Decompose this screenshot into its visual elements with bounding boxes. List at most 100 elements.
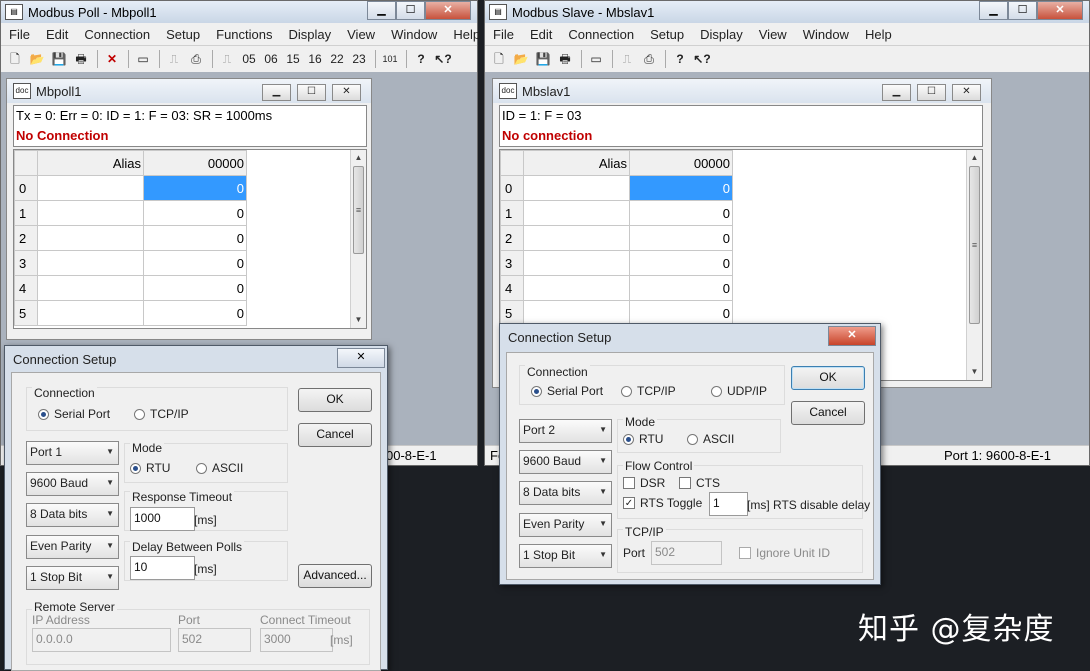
cancel-button[interactable]: Cancel — [298, 423, 372, 447]
menu-functions[interactable]: Functions — [208, 27, 280, 42]
ignore-unit-id-checkbox[interactable]: Ignore Unit ID — [739, 546, 830, 560]
menu-setup[interactable]: Setup — [642, 27, 692, 42]
stop-bit-select[interactable]: 1 Stop Bit ▼ — [26, 566, 119, 590]
port-select[interactable]: Port 2 ▼ — [519, 419, 612, 443]
menu-setup[interactable]: Setup — [158, 27, 208, 42]
data-bits-select[interactable]: 8 Data bits ▼ — [26, 503, 119, 527]
context-help-icon[interactable]: ↖? — [433, 49, 453, 69]
child-minimize-button[interactable]: ▁ — [262, 84, 291, 101]
cts-checkbox[interactable]: CTS — [679, 476, 720, 490]
menu-display[interactable]: Display — [281, 27, 340, 42]
scroll-thumb[interactable]: ≡ — [969, 166, 980, 324]
serial-port-radio[interactable]: Serial Port — [531, 384, 603, 398]
close-button[interactable]: ✕ — [425, 1, 471, 20]
menu-display[interactable]: Display — [692, 27, 751, 42]
ok-button[interactable]: OK — [298, 388, 372, 412]
function-101-button[interactable]: 101 — [380, 49, 400, 69]
function-23-button[interactable]: 23 — [349, 49, 369, 69]
new-file-icon[interactable]: 🗋 — [5, 49, 25, 69]
child-maximize-button[interactable]: ☐ — [917, 84, 946, 101]
scroll-thumb[interactable]: ≡ — [353, 166, 364, 254]
pulse-icon[interactable]: ⎍ — [217, 49, 237, 69]
menu-edit[interactable]: Edit — [522, 27, 560, 42]
ascii-radio[interactable]: ASCII — [196, 461, 243, 475]
rts-delay-input[interactable]: 1 — [709, 492, 748, 516]
register-value-cell[interactable]: 0 — [143, 200, 247, 226]
menu-connection[interactable]: Connection — [76, 27, 158, 42]
register-value-cell[interactable]: 0 — [629, 275, 733, 301]
remote-port-input[interactable]: 502 — [178, 628, 251, 652]
menu-view[interactable]: View — [339, 27, 383, 42]
scroll-down-icon[interactable]: ▼ — [351, 312, 366, 328]
alias-cell[interactable] — [523, 225, 630, 251]
scroll-down-icon[interactable]: ▼ — [967, 364, 982, 380]
menu-window[interactable]: Window — [383, 27, 445, 42]
alias-cell[interactable] — [523, 300, 630, 326]
connect-timeout-input[interactable]: 3000 — [260, 628, 333, 652]
poll-titlebar[interactable]: ▤ Modbus Poll - Mbpoll1 ▁ ☐ ✕ — [1, 1, 477, 23]
alias-cell[interactable] — [523, 250, 630, 276]
data-bits-select[interactable]: 8 Data bits ▼ — [519, 481, 612, 505]
cancel-button[interactable]: Cancel — [791, 401, 865, 425]
register-value-cell[interactable]: 0 — [143, 250, 247, 276]
menu-edit[interactable]: Edit — [38, 27, 76, 42]
function-15-button[interactable]: 15 — [283, 49, 303, 69]
alias-cell[interactable] — [37, 250, 144, 276]
alias-column-header[interactable]: Alias — [37, 150, 144, 176]
response-timeout-input[interactable]: 1000 — [130, 507, 195, 531]
print-icon[interactable]: 🖶 — [555, 49, 575, 69]
alias-column-header[interactable]: Alias — [523, 150, 630, 176]
register-value-cell[interactable]: 0 — [629, 175, 733, 201]
address-column-header[interactable]: 00000 — [629, 150, 733, 176]
tcpip-radio[interactable]: TCP/IP — [621, 384, 676, 398]
register-value-cell[interactable]: 0 — [629, 225, 733, 251]
window-icon[interactable]: ▭ — [586, 49, 606, 69]
menu-view[interactable]: View — [751, 27, 795, 42]
parity-select[interactable]: Even Parity ▼ — [519, 513, 612, 537]
alias-cell[interactable] — [37, 225, 144, 251]
function-22-button[interactable]: 22 — [327, 49, 347, 69]
menu-file[interactable]: File — [1, 27, 38, 42]
print-icon[interactable]: 🖶 — [71, 49, 91, 69]
printer-setup-icon[interactable]: ⎙ — [186, 49, 206, 69]
child-close-button[interactable]: ✕ — [952, 84, 981, 101]
baud-select[interactable]: 9600 Baud ▼ — [519, 450, 612, 474]
minimize-button[interactable]: ▁ — [979, 1, 1008, 20]
delete-icon[interactable]: ✕ — [102, 49, 122, 69]
printer-setup-icon[interactable]: ⎙ — [639, 49, 659, 69]
open-folder-icon[interactable]: 📂 — [511, 49, 531, 69]
register-value-cell[interactable]: 0 — [629, 250, 733, 276]
ascii-radio[interactable]: ASCII — [687, 432, 734, 446]
baud-select[interactable]: 9600 Baud ▼ — [26, 472, 119, 496]
dialog-titlebar[interactable]: Connection Setup — [5, 346, 387, 372]
slave-grid-scrollbar[interactable]: ▲ ≡ ▼ — [966, 150, 982, 380]
context-help-icon[interactable]: ↖? — [692, 49, 712, 69]
ok-button[interactable]: OK — [791, 366, 865, 390]
advanced-button[interactable]: Advanced... — [298, 564, 372, 588]
connect-icon[interactable]: ⎍ — [164, 49, 184, 69]
alias-cell[interactable] — [523, 175, 630, 201]
register-value-cell[interactable]: 0 — [143, 275, 247, 301]
window-icon[interactable]: ▭ — [133, 49, 153, 69]
port-select[interactable]: Port 1 ▼ — [26, 441, 119, 465]
menu-window[interactable]: Window — [795, 27, 857, 42]
alias-cell[interactable] — [523, 200, 630, 226]
register-value-cell[interactable]: 0 — [143, 300, 247, 326]
dialog-close-button[interactable]: ✕ — [828, 326, 876, 346]
child-close-button[interactable]: ✕ — [332, 84, 361, 101]
function-16-button[interactable]: 16 — [305, 49, 325, 69]
child-minimize-button[interactable]: ▁ — [882, 84, 911, 101]
new-file-icon[interactable]: 🗋 — [489, 49, 509, 69]
dialog-close-button[interactable]: ✕ — [337, 348, 385, 368]
ip-address-input[interactable]: 0.0.0.0 — [32, 628, 171, 652]
menu-help[interactable]: Help — [857, 27, 900, 42]
open-folder-icon[interactable]: 📂 — [27, 49, 47, 69]
help-icon[interactable]: ? — [670, 49, 690, 69]
register-value-cell[interactable]: 0 — [629, 200, 733, 226]
child-maximize-button[interactable]: ☐ — [297, 84, 326, 101]
scroll-up-icon[interactable]: ▲ — [967, 150, 982, 166]
close-button[interactable]: ✕ — [1037, 1, 1083, 20]
slave-child-titlebar[interactable]: doc Mbslav1 ▁ ☐ ✕ — [493, 79, 991, 103]
maximize-button[interactable]: ☐ — [1008, 1, 1037, 20]
rtu-radio[interactable]: RTU — [623, 432, 663, 446]
